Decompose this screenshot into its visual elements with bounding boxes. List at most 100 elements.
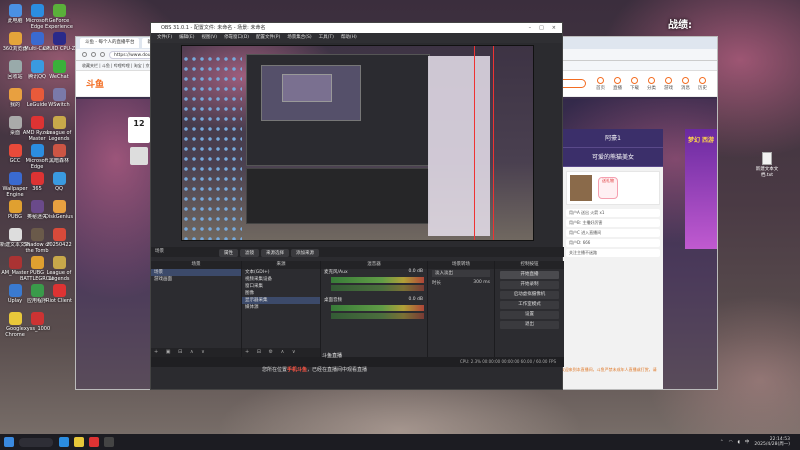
studio-mode-button[interactable]: 工作室模式 [500,301,559,309]
close-icon[interactable]: × [552,23,556,33]
forward-icon[interactable] [91,52,96,57]
rank-card[interactable]: 送礼物 [566,171,660,205]
volume-slider[interactable] [331,285,424,291]
site-logo[interactable]: 斗鱼 [86,77,104,90]
desktop-icon-label: WSwitch [48,102,70,108]
scene-dock-toolbar[interactable]: + ▣ ⊟ ∧ ∨ [151,348,241,357]
clock[interactable]: 22:14:53 2025/4/28(周一) [754,437,790,447]
desktop-icon[interactable]: Riot Client [42,284,76,310]
volume-icon[interactable]: ◖ [738,440,740,445]
add-source-button[interactable]: 添加来源 [291,249,319,257]
desktop-icon[interactable]: WSwitch [42,88,76,114]
menu-item[interactable]: 视图(V) [201,33,217,43]
maximize-icon[interactable]: □ [539,23,544,33]
menu-item[interactable]: 编辑(E) [179,33,194,43]
chat-message: 用户D: 666 [566,239,660,247]
menu-item[interactable]: 场景集合(S) [287,33,311,43]
riot-icon[interactable] [89,437,99,447]
desktop-icon[interactable]: 20250422 [42,228,76,254]
desktop-file[interactable]: 新建文本文档.txt [752,152,782,178]
taskbar-search[interactable] [19,437,53,447]
desktop-icon[interactable]: QQ [42,172,76,198]
obs-icon[interactable] [104,437,114,447]
nav-item[interactable]: 历史 [698,76,707,91]
desktop-icon-label: DiskGenius [44,214,74,220]
avatar[interactable] [130,147,148,165]
exit-button[interactable]: 退出 [500,321,559,329]
chat-message: 用户A 送出 火箭 x1 [566,209,660,217]
volume-meter[interactable] [331,277,424,283]
desktop-icon[interactable]: DiskGenius [42,200,76,226]
desktop-icon[interactable]: CPUID CPU-Z [42,32,76,58]
nav-item[interactable]: 游戏 [664,76,673,91]
source-item[interactable]: 窗口采集 [242,283,320,290]
settings-button[interactable]: 设置 [500,311,559,319]
app-icon [52,228,66,241]
start-icon[interactable] [4,437,14,447]
network-icon[interactable]: ◠ [729,440,733,445]
source-item[interactable]: 视频采集设备 [242,276,320,283]
refresh-icon[interactable] [100,52,105,57]
start-streaming-button[interactable]: 开始直播 [500,271,559,279]
obs-docks: 场景 场景 游戏画面 + ▣ ⊟ ∧ ∨ 来源 文本(GDI+) 视频采集设备 … [151,261,564,357]
dock-header: 控制按钮 [495,261,564,269]
nav-item[interactable]: 直播 [613,76,622,91]
menu-item[interactable]: 配置文件(P) [256,33,280,43]
desktop-icon[interactable]: 黑暗森林 [42,144,76,170]
back-icon[interactable] [82,52,87,57]
desktop-icon[interactable]: GeForce Experience [42,4,76,30]
desktop-icon[interactable]: xyss_1000 [20,312,54,338]
duration-input[interactable]: 300 ms [473,280,490,286]
duration-row: 时长 300 ms [428,278,494,288]
source-bounding-box[interactable] [474,46,494,240]
nav-item[interactable]: 下载 [630,76,639,91]
start-recording-button[interactable]: 开始录制 [500,281,559,289]
dock-header: 来源 [242,261,320,269]
source-item[interactable]: 文本(GDI+) [242,269,320,276]
ad-banner[interactable]: 梦幻 西游 [685,129,717,249]
chat-message: 关注主播不迷路 [566,249,660,257]
volume-slider[interactable] [331,313,424,319]
chrome-icon[interactable] [74,437,84,447]
source-item[interactable]: 媒体源 [242,304,320,311]
game-icon [665,76,672,84]
source-toolbar: 属性 滤镜 来源选择 添加来源 [219,249,319,257]
browser-tab[interactable]: 斗鱼 - 每个人的直播平台 [80,38,140,48]
input-language[interactable]: 中 [745,439,750,445]
desktop-icon-label: 黑暗森林 [48,158,69,164]
menu-item[interactable]: 停靠窗口(D) [224,33,249,43]
desktop-icon[interactable]: League of Legends [42,116,76,142]
source-dock-toolbar[interactable]: + ⊟ ⚙ ∧ ∨ [242,348,320,357]
minimize-icon[interactable]: – [529,23,532,33]
menu-item[interactable]: 工具(T) [319,33,334,43]
menu-item[interactable]: 帮助(H) [341,33,357,43]
volume-meter[interactable] [331,305,424,311]
channel-name: 桌面音频 [324,298,342,303]
app-icon [30,312,44,325]
scene-item[interactable]: 游戏画面 [151,276,241,283]
nav-item[interactable]: 消息 [681,76,690,91]
menu-item[interactable]: 文件(F) [157,33,172,43]
filters-button[interactable]: 滤镜 [240,249,259,257]
source-select-button[interactable]: 来源选择 [261,249,289,257]
desktop-icon-label: Riot Client [46,298,72,304]
gift-button[interactable]: 送礼物 [598,177,618,199]
obs-preview[interactable] [181,45,534,241]
overlay-title: 斗鱼直播 [322,353,343,359]
source-item[interactable]: 显示器采集 [242,297,320,304]
nav-item[interactable]: 首页 [596,76,605,91]
nav-item[interactable]: 分类 [647,76,656,91]
app-icon [52,60,66,73]
desktop-icon[interactable]: WeChat [42,60,76,86]
scene-item[interactable]: 场景 [151,269,241,276]
transition-select[interactable]: 淡入淡出 [432,270,490,277]
chevron-up-icon[interactable]: ⌃ [720,440,724,445]
channel-db: 0.0 dB [408,269,423,274]
edge-icon[interactable] [59,437,69,447]
virtual-camera-button[interactable]: 启动虚拟摄像机 [500,291,559,299]
notice-link[interactable]: 手机斗鱼 [287,367,307,373]
app-icon [52,116,66,129]
properties-button[interactable]: 属性 [219,249,238,257]
desktop-icon[interactable]: League of Legends [42,256,76,282]
source-item[interactable]: 图像 [242,290,320,297]
